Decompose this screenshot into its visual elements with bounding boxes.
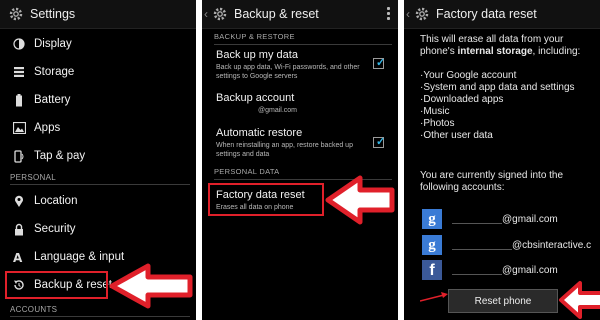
settings-item-label: Language & input (34, 251, 125, 263)
signed-in-text-2: following accounts: (420, 182, 505, 193)
auto-restore-checkbox[interactable]: ✓ (373, 136, 386, 148)
backup-account-value: @gmail.com (258, 107, 298, 114)
language-icon: A (12, 250, 26, 264)
intro-prefix: phone's (420, 46, 458, 57)
intro-suffix: , including: (532, 46, 581, 57)
action-bar: ‹ Factory data reset (404, 0, 600, 29)
redacted-block (452, 214, 502, 224)
action-bar: Settings (0, 0, 196, 29)
settings-item-label: Location (34, 195, 78, 207)
page-title: Settings (30, 7, 76, 21)
account-email: @gmail.com (502, 213, 558, 225)
account-email: @cbsinteractive.c (512, 239, 592, 251)
reset-phone-button[interactable]: Reset phone (448, 289, 558, 313)
account-email: @gmail.com (502, 264, 558, 276)
highlight-box (5, 271, 108, 299)
redacted-block (452, 265, 502, 275)
section-header-personal: PERSONAL (10, 173, 190, 185)
auto-restore-desc: When reinstalling an app, restore backed… (216, 142, 353, 158)
settings-item-battery[interactable]: Battery (0, 86, 196, 114)
settings-item-apps[interactable]: Apps (0, 114, 196, 142)
signed-in-text: You are currently signed into the (420, 170, 564, 181)
tap-pay-icon (12, 149, 26, 163)
back-chevron-icon[interactable]: ‹ (406, 7, 412, 21)
display-icon (12, 37, 26, 51)
backup-data-desc: Back up app data, Wi-Fi passwords, and o… (216, 64, 360, 80)
pointer-arrow (559, 281, 600, 319)
checkmark-icon: ✓ (376, 57, 386, 69)
apps-icon (12, 121, 26, 135)
section-header-backup-restore: BACKUP & RESTORE (214, 32, 392, 45)
settings-screen: Settings Display Storage Battery Apps Ta… (0, 0, 196, 320)
backup-account-title: Backup account (216, 92, 295, 104)
account-row: g @gmail.com (422, 208, 558, 230)
pointer-small-arrow (420, 292, 448, 302)
settings-item-label: Storage (34, 66, 75, 78)
settings-item-label: Tap & pay (34, 150, 86, 162)
checkmark-icon: ✓ (376, 136, 386, 148)
settings-item-label: Battery (34, 94, 71, 106)
backup-reset-screen: ‹ Backup & reset BACKUP & RESTORE Back u… (202, 0, 398, 320)
svg-text:A: A (13, 251, 23, 263)
settings-item-location[interactable]: Location (0, 187, 196, 215)
back-chevron-icon[interactable]: ‹ (204, 7, 210, 21)
settings-item-security[interactable]: Security (0, 215, 196, 243)
erase-list-item: ·Your Google account (420, 70, 517, 81)
backup-data-checkbox[interactable]: ✓ (373, 57, 386, 69)
location-icon (12, 194, 26, 208)
erase-list-item: ·Other user data (420, 130, 493, 141)
action-bar: ‹ Backup & reset (202, 0, 398, 29)
intro-text-line-2: phone's internal storage, including: (420, 46, 596, 58)
settings-gear-icon[interactable] (212, 6, 228, 22)
redacted-block (452, 240, 512, 250)
intro-bold: internal storage (457, 46, 533, 57)
redacted-block (216, 108, 256, 115)
lock-icon (12, 222, 26, 236)
settings-item-storage[interactable]: Storage (0, 58, 196, 86)
erase-list-item: ·Music (420, 106, 450, 117)
highlight-box (208, 183, 324, 216)
screenshot-collage: Settings Display Storage Battery Apps Ta… (0, 0, 600, 320)
settings-item-label: Display (34, 38, 72, 50)
storage-icon (12, 65, 26, 79)
battery-icon (12, 93, 26, 107)
account-row: f @gmail.com (422, 259, 558, 281)
page-title: Factory data reset (436, 7, 537, 21)
settings-item-label: Security (34, 223, 76, 235)
settings-gear-icon[interactable] (414, 6, 430, 22)
erase-list-item: ·Photos (420, 118, 455, 129)
google-icon: g (422, 235, 442, 255)
facebook-icon: f (422, 260, 442, 280)
auto-restore-title: Automatic restore (216, 127, 303, 139)
settings-item-display[interactable]: Display (0, 30, 196, 58)
pointer-arrow (325, 175, 395, 225)
settings-item-tap-pay[interactable]: Tap & pay (0, 142, 196, 170)
pointer-arrow (109, 263, 193, 309)
google-icon: g (422, 209, 442, 229)
erase-list-item: ·System and app data and settings (420, 82, 575, 93)
factory-reset-screen: ‹ Factory data reset This will erase all… (404, 0, 600, 320)
settings-gear-icon[interactable] (8, 6, 24, 22)
backup-data-title: Back up my data (216, 49, 298, 61)
settings-item-label: Apps (34, 122, 61, 134)
intro-text-line: This will erase all data from your (420, 34, 564, 45)
overflow-menu-icon[interactable] (387, 7, 390, 22)
account-row: g @cbsinteractive.c (422, 234, 591, 256)
page-title: Backup & reset (234, 7, 319, 21)
erase-list-item: ·Downloaded apps (420, 94, 504, 105)
